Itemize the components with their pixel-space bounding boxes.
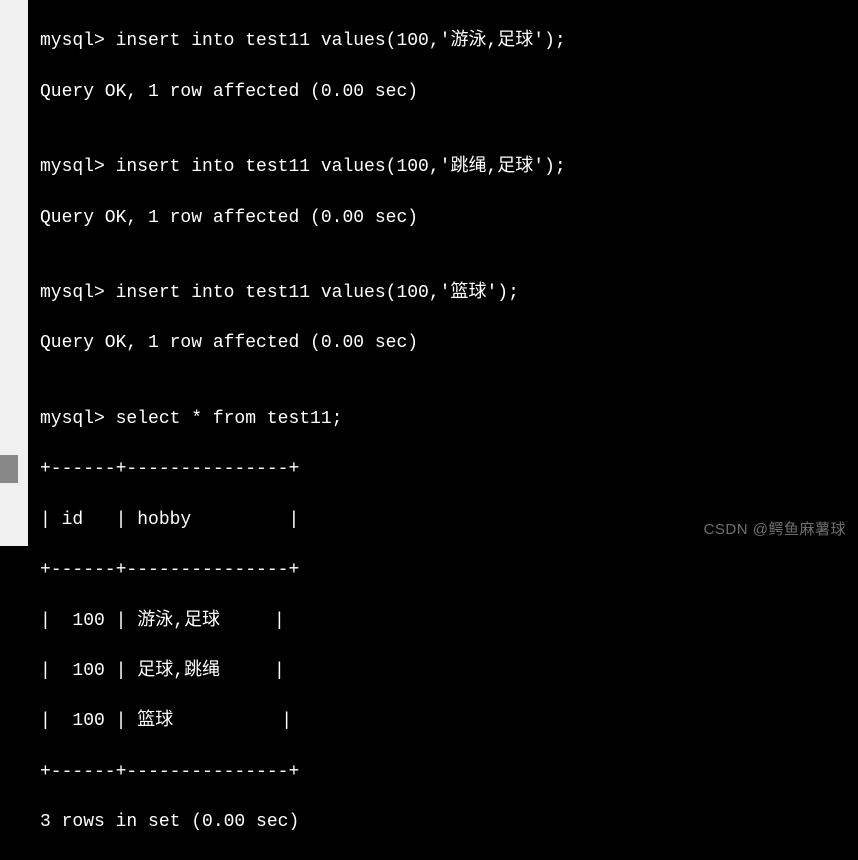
gutter: [0, 0, 28, 546]
terminal-line: mysql> insert into test11 values(100,'篮球…: [40, 281, 858, 306]
table-border: +------+---------------+: [40, 760, 858, 785]
watermark: CSDN @鳄鱼麻薯球: [704, 519, 846, 540]
terminal-line: Query OK, 1 row affected (0.00 sec): [40, 206, 858, 231]
table-border: +------+---------------+: [40, 558, 858, 583]
table-border: +------+---------------+: [40, 457, 858, 482]
terminal-line: Query OK, 1 row affected (0.00 sec): [40, 80, 858, 105]
table-row: | 100 | 游泳,足球 |: [40, 609, 858, 634]
terminal-line: mysql> select * from test11;: [40, 407, 858, 432]
table-row: | 100 | 篮球 |: [40, 709, 858, 734]
terminal-output[interactable]: mysql> insert into test11 values(100,'游泳…: [40, 4, 858, 860]
terminal-line: 3 rows in set (0.00 sec): [40, 810, 858, 835]
scrollbar-thumb[interactable]: [0, 455, 18, 483]
table-row: | 100 | 足球,跳绳 |: [40, 659, 858, 684]
terminal-line: mysql> insert into test11 values(100,'跳绳…: [40, 155, 858, 180]
terminal-line: mysql> insert into test11 values(100,'游泳…: [40, 29, 858, 54]
terminal-line: Query OK, 1 row affected (0.00 sec): [40, 331, 858, 356]
